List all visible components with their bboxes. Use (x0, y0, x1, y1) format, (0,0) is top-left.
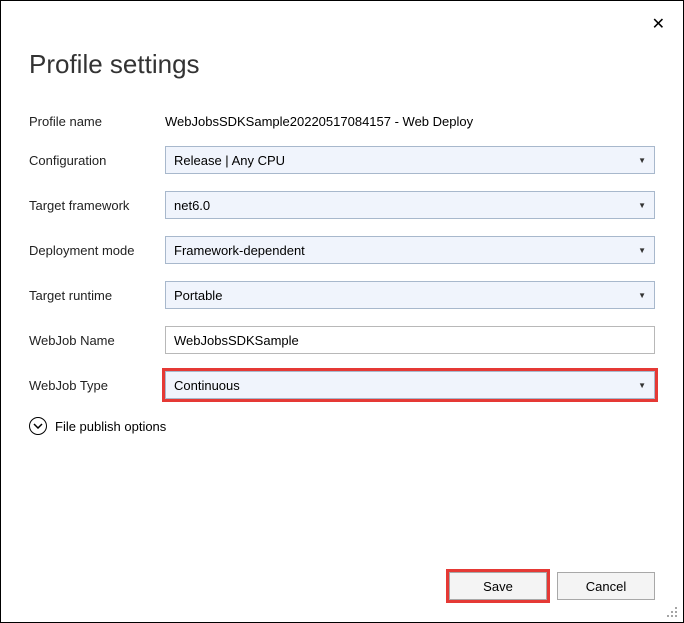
target-framework-value: net6.0 (174, 198, 210, 213)
dialog-buttons: Save Cancel (449, 572, 655, 600)
chevron-down-icon: ▼ (638, 246, 646, 255)
target-runtime-label: Target runtime (29, 288, 165, 303)
webjob-type-label: WebJob Type (29, 378, 165, 393)
profile-name-row: Profile name WebJobsSDKSample20220517084… (29, 114, 655, 129)
deployment-mode-row: Deployment mode Framework-dependent ▼ (29, 236, 655, 264)
dialog-title: Profile settings (29, 49, 655, 80)
configuration-dropdown[interactable]: Release | Any CPU ▼ (165, 146, 655, 174)
cancel-button[interactable]: Cancel (557, 572, 655, 600)
target-framework-dropdown[interactable]: net6.0 ▼ (165, 191, 655, 219)
profile-name-label: Profile name (29, 114, 165, 129)
cancel-button-label: Cancel (586, 579, 626, 594)
deployment-mode-value: Framework-dependent (174, 243, 305, 258)
save-button-label: Save (483, 579, 513, 594)
webjob-type-dropdown[interactable]: Continuous ▼ (165, 371, 655, 399)
save-button[interactable]: Save (449, 572, 547, 600)
expand-icon (29, 417, 47, 435)
configuration-label: Configuration (29, 153, 165, 168)
webjob-type-row: WebJob Type Continuous ▼ (29, 371, 655, 399)
chevron-down-icon: ▼ (638, 381, 646, 390)
deployment-mode-label: Deployment mode (29, 243, 165, 258)
webjob-name-input[interactable] (165, 326, 655, 354)
deployment-mode-dropdown[interactable]: Framework-dependent ▼ (165, 236, 655, 264)
target-runtime-value: Portable (174, 288, 222, 303)
resize-grip-icon (666, 606, 678, 618)
configuration-row: Configuration Release | Any CPU ▼ (29, 146, 655, 174)
webjob-type-value: Continuous (174, 378, 240, 393)
file-publish-options-expander[interactable]: File publish options (29, 417, 655, 435)
webjob-name-row: WebJob Name (29, 326, 655, 354)
chevron-down-icon: ▼ (638, 156, 646, 165)
profile-name-value: WebJobsSDKSample20220517084157 - Web Dep… (165, 114, 473, 129)
configuration-value: Release | Any CPU (174, 153, 285, 168)
target-runtime-dropdown[interactable]: Portable ▼ (165, 281, 655, 309)
close-icon: ✕ (652, 16, 665, 33)
profile-settings-dialog: ✕ Profile settings Profile name WebJobsS… (0, 0, 684, 623)
file-publish-options-label: File publish options (55, 419, 166, 434)
target-framework-row: Target framework net6.0 ▼ (29, 191, 655, 219)
close-button[interactable]: ✕ (652, 17, 665, 33)
chevron-down-icon: ▼ (638, 291, 646, 300)
target-runtime-row: Target runtime Portable ▼ (29, 281, 655, 309)
webjob-name-label: WebJob Name (29, 333, 165, 348)
chevron-down-icon: ▼ (638, 201, 646, 210)
target-framework-label: Target framework (29, 198, 165, 213)
